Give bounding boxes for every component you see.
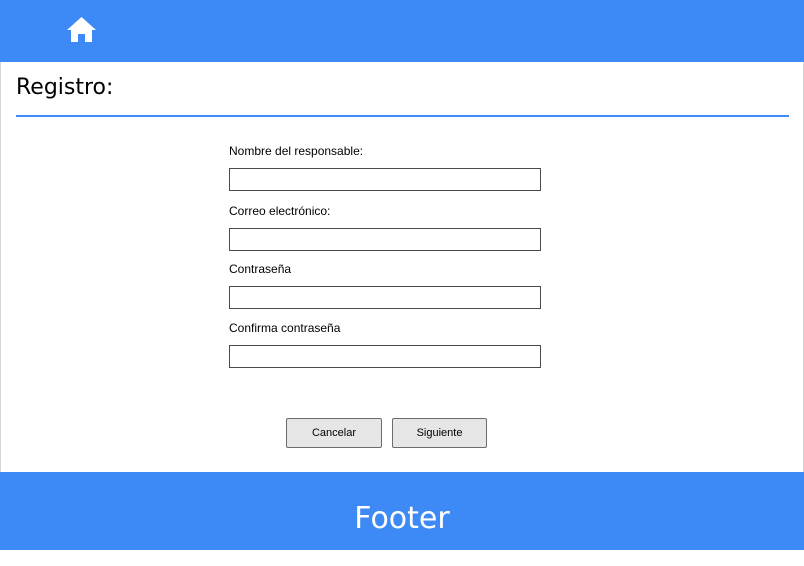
confirm-password-input[interactable]: [229, 345, 541, 368]
page-frame: [0, 0, 804, 550]
home-icon[interactable]: [66, 16, 97, 43]
password-label: Contraseña: [229, 262, 292, 276]
footer-text: Footer: [354, 501, 450, 536]
next-button[interactable]: Siguiente: [392, 418, 487, 448]
page-title: Registro:: [16, 75, 114, 100]
cancel-button[interactable]: Cancelar: [286, 418, 382, 448]
password-input[interactable]: [229, 286, 541, 309]
header-bar: [0, 0, 804, 62]
email-label: Correo electrónico:: [229, 204, 331, 218]
email-input[interactable]: [229, 228, 541, 251]
responsible-name-label: Nombre del responsable:: [229, 144, 364, 158]
footer-bar: Footer: [0, 472, 804, 550]
title-divider: [16, 115, 789, 117]
responsible-name-input[interactable]: [229, 168, 541, 191]
confirm-password-label: Confirma contraseña: [229, 321, 341, 335]
